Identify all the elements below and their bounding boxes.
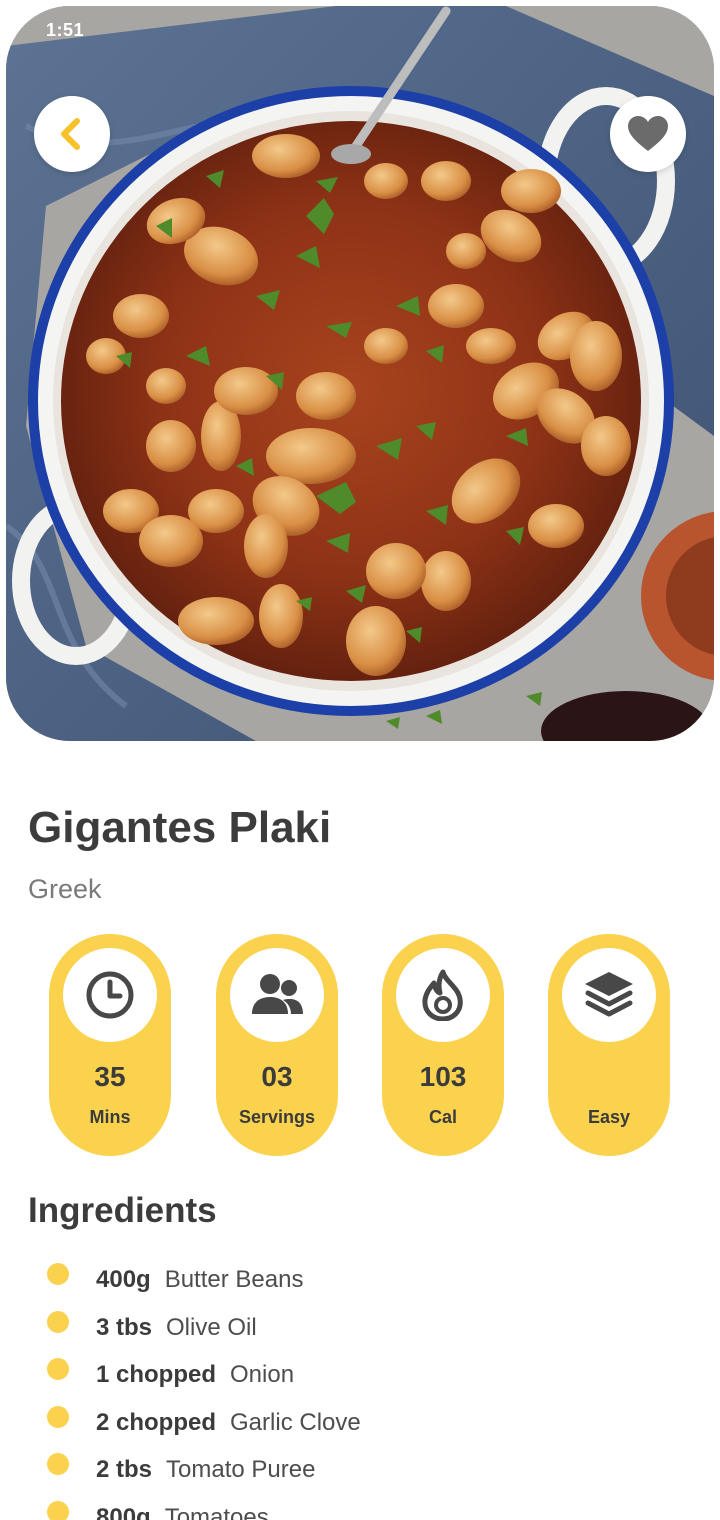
ingredient-name: Onion: [230, 1361, 295, 1388]
gigantes-dish-photo: [6, 6, 714, 741]
status-bar: 1:51: [6, 6, 714, 46]
favorite-button[interactable]: [610, 96, 686, 172]
bullet-dot: [47, 1453, 69, 1475]
bullet-dot: [47, 1405, 69, 1428]
stat-label: Cal: [428, 1107, 457, 1127]
bullet-dot: [47, 1358, 69, 1380]
flame-icon: [422, 969, 463, 1021]
ingredient-item: 400g Butter Beans: [0, 1256, 720, 1304]
ingredient-amount: 400g: [96, 1266, 151, 1293]
stat-servings: 03 Servings: [216, 934, 338, 1156]
stat-time: 35 Mins: [49, 934, 171, 1156]
stat-calories: 103 Cal: [382, 934, 504, 1156]
ingredient-name: Olive Oil: [166, 1313, 257, 1341]
stat-label: Easy: [587, 1107, 631, 1127]
stat-icon-container: [396, 948, 490, 1042]
ingredient-item: 2 chopped Garlic Clove: [0, 1399, 720, 1447]
ingredient-name: Garlic Clove: [230, 1408, 361, 1436]
recipe-cuisine: Greek: [28, 874, 102, 904]
ingredient-amount: 2 tbs: [96, 1456, 153, 1483]
back-button[interactable]: [34, 96, 110, 172]
status-time: 1:51: [46, 20, 85, 40]
ingredient-amount: 1 chopped: [96, 1361, 217, 1388]
ingredient-name: Tomato Puree: [166, 1456, 316, 1483]
ingredient-item: 3 tbs Olive Oil: [0, 1304, 720, 1352]
layers-icon: [585, 972, 633, 1017]
recipe-title: Gigantes Plaki: [28, 803, 332, 852]
stat-value: 35: [94, 1061, 126, 1092]
clock-icon: [86, 971, 134, 1019]
stat-label: Servings: [238, 1107, 316, 1127]
chevron-left-icon: [61, 118, 80, 150]
ingredient-amount: 3 tbs: [96, 1313, 153, 1341]
ingredient-item: 800g Tomatoes: [0, 1494, 720, 1520]
bullet-dot: [47, 1310, 69, 1333]
stat-icon-container: [230, 948, 324, 1042]
bullet-dot: [47, 1263, 69, 1285]
stat-icon-container: [562, 948, 656, 1042]
ingredient-amount: 800g: [96, 1503, 151, 1520]
ingredient-item: 1 chopped Onion: [0, 1351, 720, 1399]
stat-icon-container: [63, 948, 157, 1042]
people-icon: [252, 974, 303, 1014]
ingredient-item: 2 tbs Tomato Puree: [0, 1446, 720, 1494]
stat-difficulty: Easy: [548, 934, 670, 1156]
stat-value: 103: [419, 1061, 467, 1092]
ingredients-heading: Ingredients: [28, 1191, 217, 1230]
ingredient-name: Tomatoes: [164, 1503, 269, 1520]
heart-icon: [628, 116, 668, 151]
recipe-hero-image: 1:51: [6, 6, 714, 741]
recipe-detail-screen: 1:51 Gigantes Plaki Greek 35 Mins 03 Ser…: [0, 0, 720, 1520]
ingredients-list: 400g Butter Beans 3 tbs Olive Oil 1 choppe…: [0, 1256, 720, 1520]
ingredient-name: Butter Beans: [164, 1266, 304, 1293]
stat-value: 03: [261, 1061, 293, 1092]
bullet-dot: [47, 1500, 69, 1520]
stat-label: Mins: [89, 1107, 131, 1127]
ingredient-amount: 2 chopped: [96, 1408, 217, 1436]
